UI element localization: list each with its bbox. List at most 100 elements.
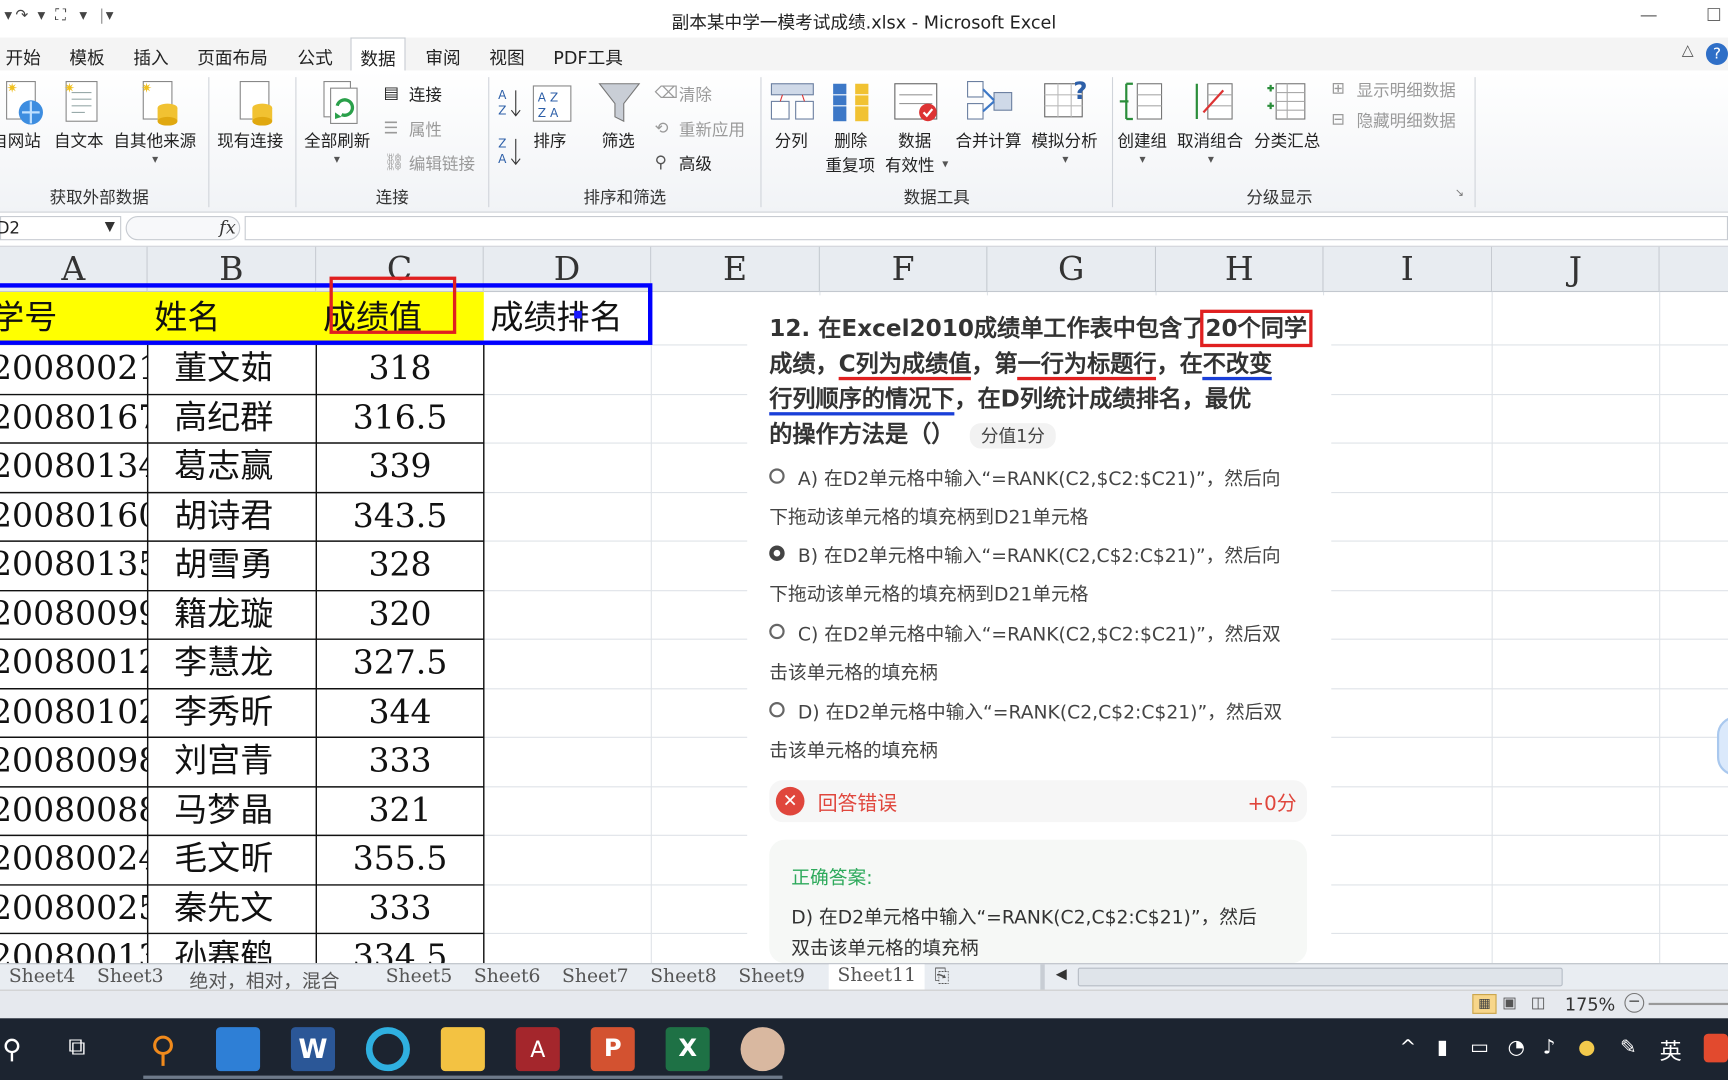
- hide-detail-button[interactable]: 隐藏明细数据: [1357, 109, 1456, 132]
- scroll-left-icon[interactable]: ◀: [1056, 966, 1067, 983]
- avatar-app-icon[interactable]: [740, 1027, 785, 1072]
- existing-connections-button[interactable]: 现有连接: [217, 129, 283, 152]
- data-validation-dropdown-icon[interactable]: ▾: [942, 156, 948, 170]
- zoom-slider[interactable]: [1648, 1002, 1728, 1006]
- from-text-button[interactable]: 自文本: [54, 129, 104, 152]
- option-b-line-2[interactable]: 下拖动该单元格的填充柄到D21单元格: [769, 579, 1088, 606]
- access-app-icon[interactable]: A: [515, 1027, 560, 1072]
- data-validation-button[interactable]: 数据: [898, 129, 931, 152]
- what-if-analysis-button[interactable]: 模拟分析: [1032, 129, 1098, 152]
- column-header-f[interactable]: F: [819, 246, 988, 293]
- zoom-out-icon[interactable]: −: [1624, 992, 1645, 1013]
- photos-app-icon[interactable]: [215, 1027, 261, 1072]
- tab-view[interactable]: 视图: [489, 43, 524, 69]
- show-detail-button[interactable]: 显示明细数据: [1357, 78, 1456, 101]
- battery-icon[interactable]: ▭: [1470, 1036, 1489, 1059]
- sheet-tab-sheet3[interactable]: Sheet3: [97, 965, 164, 987]
- sheet-tab-sheet6[interactable]: Sheet6: [474, 965, 541, 987]
- collapse-ribbon-icon[interactable]: △: [1682, 42, 1694, 60]
- minimize-icon[interactable]: —: [1640, 4, 1658, 25]
- advanced-filter-button[interactable]: 高级: [679, 152, 712, 175]
- filter-button[interactable]: 筛选: [602, 129, 635, 152]
- sort-ascending-icon[interactable]: AZ: [496, 86, 522, 121]
- ime-indicator[interactable]: 英: [1660, 1034, 1682, 1066]
- sheet-tab-sheet11-active[interactable]: Sheet11: [828, 964, 925, 990]
- column-header-j[interactable]: J: [1492, 246, 1660, 293]
- sheet-tab-sheet4[interactable]: Sheet4: [9, 965, 76, 987]
- insert-function-icon[interactable]: fx: [219, 217, 235, 238]
- tray-chevron-icon[interactable]: ^: [1400, 1036, 1417, 1059]
- option-c-line-2[interactable]: 击该单元格的填充柄: [769, 657, 938, 684]
- option-d-line-1[interactable]: D) 在D2单元格中输入“=RANK(C2,C$2:C$21)”，然后双: [798, 696, 1282, 724]
- consolidate-button[interactable]: 合并计算: [955, 129, 1021, 152]
- search-icon[interactable]: ⚲: [2, 1034, 21, 1065]
- task-view-icon[interactable]: ⧉: [68, 1034, 85, 1062]
- refresh-all-button[interactable]: 全部刷新: [304, 129, 370, 152]
- subtotal-button[interactable]: 分类汇总: [1254, 129, 1320, 152]
- edit-links-button[interactable]: 编辑链接: [409, 152, 475, 175]
- from-web-button[interactable]: 自网站: [0, 129, 41, 152]
- what-if-dropdown-icon[interactable]: ▾: [1062, 152, 1068, 166]
- option-d-line-2[interactable]: 击该单元格的填充柄: [769, 735, 938, 763]
- zoom-level[interactable]: 175%: [1565, 994, 1615, 1015]
- sheet-tab-sheet5[interactable]: Sheet5: [386, 965, 453, 987]
- formula-input[interactable]: [244, 215, 1728, 241]
- tab-review[interactable]: 审阅: [425, 43, 460, 69]
- ungroup-button[interactable]: 取消组合: [1177, 129, 1243, 152]
- ungroup-dropdown-icon[interactable]: ▾: [1208, 152, 1214, 166]
- name-box-dropdown-icon[interactable]: ▼: [105, 218, 115, 233]
- tab-page-layout[interactable]: 页面布局: [197, 43, 268, 69]
- dialog-launcher-icon[interactable]: ↘: [1455, 187, 1464, 199]
- remove-duplicates-label-2[interactable]: 重复项: [825, 153, 875, 176]
- column-header-k[interactable]: [1659, 246, 1728, 293]
- powerpoint-app-icon[interactable]: P: [590, 1027, 635, 1072]
- tab-pdf-tools[interactable]: PDF工具: [553, 43, 623, 69]
- wps-icon[interactable]: [1703, 1033, 1728, 1063]
- option-a-line-2[interactable]: 下拖动该单元格的填充柄到D21单元格: [769, 501, 1088, 529]
- page-layout-view-icon[interactable]: ▣: [1502, 994, 1517, 1012]
- sort-descending-icon[interactable]: ZA: [496, 134, 522, 169]
- properties-button[interactable]: 属性: [409, 118, 442, 141]
- tab-templates[interactable]: 模板: [69, 43, 104, 69]
- reapply-button[interactable]: 重新应用: [679, 118, 745, 141]
- name-box[interactable]: D2 ▼: [0, 215, 122, 241]
- group-button[interactable]: 创建组: [1117, 129, 1167, 152]
- tab-data[interactable]: 数据: [350, 37, 406, 71]
- insert-sheet-icon[interactable]: ⎘: [935, 965, 950, 987]
- search-app-icon[interactable]: ⚲: [141, 1027, 185, 1071]
- page-break-view-icon[interactable]: ◫: [1531, 994, 1546, 1012]
- tab-formulas[interactable]: 公式: [298, 43, 333, 69]
- microphone-icon[interactable]: ▮: [1437, 1036, 1448, 1059]
- connections-button[interactable]: 连接: [409, 83, 442, 106]
- normal-view-icon[interactable]: ▦: [1472, 994, 1497, 1014]
- clear-filter-button[interactable]: 清除: [679, 83, 712, 106]
- tab-split-handle[interactable]: [1040, 964, 1045, 990]
- text-to-columns-button[interactable]: 分列: [775, 129, 808, 152]
- column-header-i[interactable]: I: [1323, 246, 1493, 293]
- word-app-icon[interactable]: W: [290, 1027, 336, 1072]
- excel-app-icon[interactable]: X: [665, 1027, 710, 1072]
- column-header-h[interactable]: H: [1156, 246, 1324, 293]
- option-a-line-1[interactable]: A) 在D2单元格中输入“=RANK(C2,$C2:$C21)”，然后向: [798, 463, 1281, 490]
- refresh-all-dropdown-icon[interactable]: ▾: [334, 152, 340, 166]
- tab-insert[interactable]: 插入: [133, 43, 168, 69]
- option-c-radio[interactable]: [769, 623, 785, 640]
- edge-app-icon[interactable]: [365, 1027, 410, 1072]
- data-validation-label-2[interactable]: 有效性: [885, 153, 935, 176]
- other-sources-dropdown-icon[interactable]: ▾: [152, 152, 158, 166]
- option-a-radio[interactable]: [769, 468, 785, 484]
- maximize-icon[interactable]: ☐: [1706, 4, 1722, 25]
- from-other-sources-button[interactable]: 自其他来源: [114, 129, 197, 152]
- horizontal-scrollbar-thumb[interactable]: [1077, 967, 1563, 987]
- option-d-radio[interactable]: [769, 701, 785, 718]
- sort-button[interactable]: 排序: [533, 129, 566, 152]
- group-dropdown-icon[interactable]: ▾: [1140, 152, 1146, 166]
- help-icon[interactable]: ?: [1705, 42, 1728, 66]
- option-b-radio-selected[interactable]: [769, 545, 785, 561]
- sheet-tab-sheet8[interactable]: Sheet8: [650, 965, 717, 987]
- tab-home[interactable]: 开始: [6, 43, 41, 69]
- file-explorer-icon[interactable]: [440, 1027, 485, 1072]
- option-c-line-1[interactable]: C) 在D2单元格中输入“=RANK(C2,$C2:$C21)”，然后双: [798, 618, 1281, 646]
- option-b-line-1[interactable]: B) 在D2单元格中输入“=RANK(C2,C$2:C$21)”，然后向: [798, 540, 1281, 568]
- sheet-tab-sheet7[interactable]: Sheet7: [562, 965, 629, 987]
